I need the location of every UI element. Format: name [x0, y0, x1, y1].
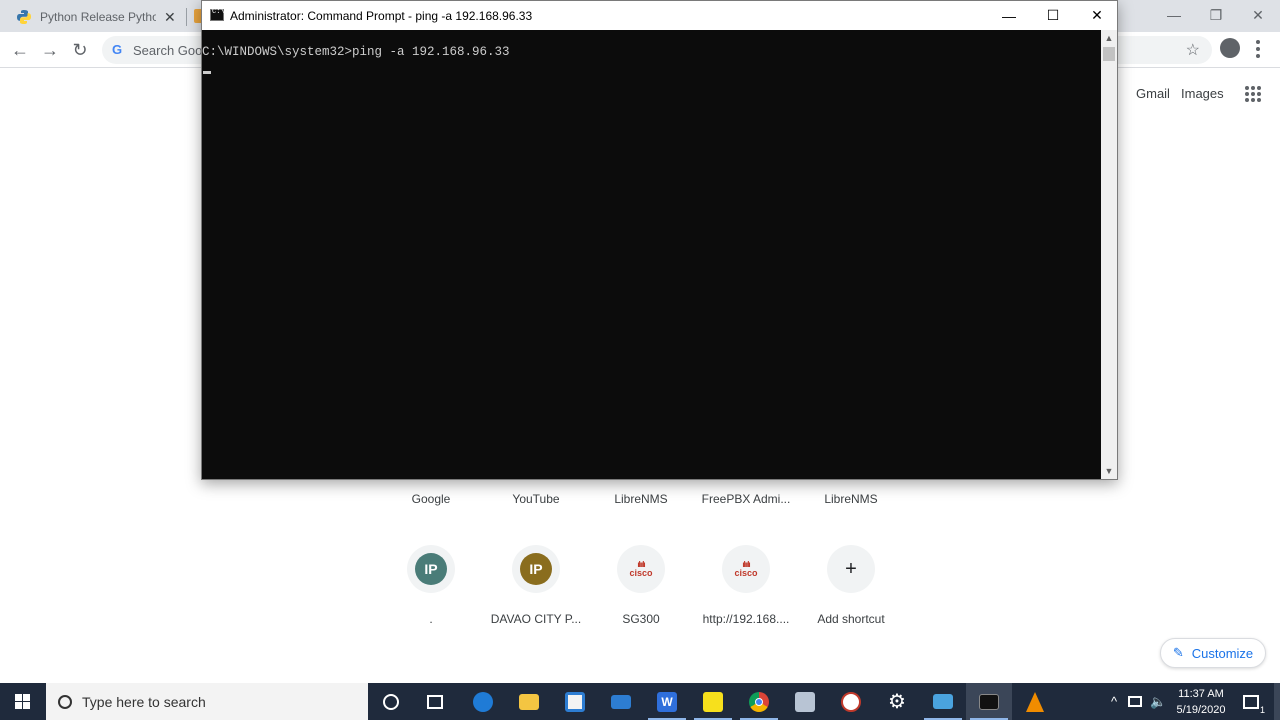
shortcut-label[interactable]: LibreNMS	[795, 492, 907, 506]
cmd-prompt-line: C:\WINDOWS\system32>ping -a 192.168.96.3…	[202, 45, 510, 59]
google-g-icon: G	[112, 42, 123, 57]
google-apps-icon[interactable]	[1245, 86, 1261, 102]
customize-label: Customize	[1191, 645, 1254, 661]
notification-count: 1	[1259, 704, 1265, 715]
shortcut-label[interactable]: Google	[375, 492, 487, 506]
scrollbar-thumb[interactable]	[1103, 47, 1115, 61]
show-desktop-button[interactable]	[1274, 683, 1280, 720]
chrome-close-button[interactable]: ✕	[1236, 0, 1280, 30]
ip-avatar: IP	[415, 553, 447, 585]
shortcut-label[interactable]: DAVAO CITY P...	[480, 612, 592, 626]
cortana-icon[interactable]	[368, 683, 414, 720]
cmd-close-button[interactable]: ✕	[1075, 1, 1119, 30]
tab-separator	[186, 8, 187, 26]
shortcut-label[interactable]: YouTube	[480, 492, 592, 506]
gmail-link[interactable]: Gmail	[1136, 86, 1170, 101]
mail-icon[interactable]	[598, 683, 644, 720]
shortcut-label[interactable]: http://192.168....	[690, 612, 802, 626]
taskbar-search-box[interactable]: Type here to search	[46, 683, 368, 720]
cmd-minimize-button[interactable]: —	[987, 1, 1031, 30]
images-link[interactable]: Images	[1181, 86, 1224, 101]
network-icon[interactable]	[1128, 683, 1142, 720]
chrome-menu-icon[interactable]	[1256, 40, 1260, 58]
reload-button[interactable]: ↻	[66, 36, 94, 64]
shortcut-cisco-icon[interactable]: ılıılı cisco	[617, 545, 665, 593]
taskbar-search-placeholder: Type here to search	[82, 693, 206, 710]
shortcut-label[interactable]: LibreNMS	[585, 492, 697, 506]
tray-chevron-icon[interactable]: ^	[1106, 683, 1122, 720]
cmd-app-icon	[210, 8, 225, 21]
chrome-restore-button[interactable]: ❐	[1194, 0, 1238, 30]
windows-logo-icon	[15, 694, 30, 709]
volume-icon[interactable]: 🔈	[1150, 683, 1166, 720]
chrome-icon[interactable]	[736, 683, 782, 720]
sticky-notes-icon[interactable]	[690, 683, 736, 720]
shortcut-ip-icon[interactable]: IP	[512, 545, 560, 593]
cmd-maximize-button[interactable]: ☐	[1031, 1, 1075, 30]
start-button[interactable]	[0, 683, 45, 720]
account-avatar-icon[interactable]	[1220, 38, 1240, 58]
file-explorer-icon[interactable]	[506, 683, 552, 720]
shortcut-cisco-icon[interactable]: ılıılı cisco	[722, 545, 770, 593]
edge-icon[interactable]	[460, 683, 506, 720]
shortcut-label[interactable]: Add shortcut	[795, 612, 907, 626]
cmd-window-title: Administrator: Command Prompt - ping -a …	[230, 9, 533, 23]
search-icon	[58, 694, 72, 709]
notification-center-icon[interactable]: 1	[1240, 683, 1265, 720]
tab-title: Python Release Python	[40, 10, 156, 24]
cmd-console-area[interactable]: C:\WINDOWS\system32>ping -a 192.168.96.3…	[202, 30, 1101, 479]
shortcut-label[interactable]: .	[375, 612, 487, 626]
cmd-scrollbar[interactable]: ▲ ▼	[1101, 30, 1117, 479]
tab-python-release[interactable]: Python Release Python ✕	[8, 2, 184, 32]
shortcut-label[interactable]: SG300	[585, 612, 697, 626]
network-app-icon[interactable]	[782, 683, 828, 720]
command-prompt-taskbar-icon[interactable]	[966, 683, 1012, 720]
back-button[interactable]: ←	[6, 36, 34, 64]
store-icon[interactable]	[552, 683, 598, 720]
clock-date: 5/19/2020	[1176, 704, 1226, 716]
plus-icon: +	[845, 557, 857, 580]
ip-avatar: IP	[520, 553, 552, 585]
pencil-icon: ✎	[1172, 645, 1184, 660]
windows-taskbar: Type here to search W ⚙ ^ 🔈 11:37 AM 5/1…	[0, 683, 1280, 720]
add-shortcut-button[interactable]: +	[827, 545, 875, 593]
system-clock[interactable]: 11:37 AM 5/19/2020	[1168, 686, 1234, 718]
cisco-logo-icon: ılıılı cisco	[734, 560, 758, 578]
command-prompt-window[interactable]: Administrator: Command Prompt - ping -a …	[201, 0, 1118, 480]
cisco-logo-icon: ılıılı cisco	[629, 560, 653, 578]
chrome-minimize-button[interactable]: —	[1152, 0, 1196, 30]
clock-app-icon[interactable]	[828, 683, 874, 720]
omnibox-placeholder: Search Goo	[133, 43, 203, 58]
customize-button[interactable]: ✎ Customize	[1160, 638, 1266, 668]
cmd-title-bar[interactable]: Administrator: Command Prompt - ping -a …	[202, 1, 1117, 30]
forward-button[interactable]: →	[36, 36, 64, 64]
remote-desktop-icon[interactable]	[920, 683, 966, 720]
tab-close-icon[interactable]: ✕	[164, 9, 176, 26]
settings-gear-icon[interactable]: ⚙	[874, 683, 920, 720]
vlc-icon[interactable]	[1012, 683, 1058, 720]
bookmark-star-icon[interactable]: ☆	[1186, 40, 1200, 60]
cmd-cursor	[203, 71, 211, 74]
shortcut-ip-icon[interactable]: IP	[407, 545, 455, 593]
shortcut-label[interactable]: FreePBX Admi...	[690, 492, 802, 506]
wps-writer-icon[interactable]: W	[644, 683, 690, 720]
scroll-down-icon[interactable]: ▼	[1101, 463, 1117, 479]
scroll-up-icon[interactable]: ▲	[1101, 30, 1117, 46]
task-view-icon[interactable]	[412, 683, 458, 720]
python-favicon-icon	[17, 10, 31, 24]
clock-time: 11:37 AM	[1178, 688, 1224, 700]
